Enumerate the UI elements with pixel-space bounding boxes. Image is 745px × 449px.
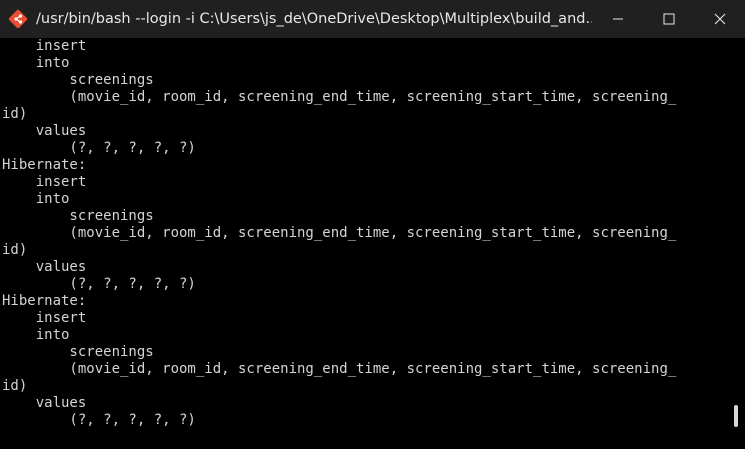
terminal-line: (movie_id, room_id, screening_end_time, … xyxy=(2,89,677,105)
terminal-line: id) xyxy=(2,378,28,394)
terminal-line: values xyxy=(2,259,87,275)
terminal-window: /usr/bin/bash --login -i C:\Users\js_de\… xyxy=(0,0,745,449)
terminal-line: id) xyxy=(2,242,28,258)
terminal-line: screenings xyxy=(2,208,154,224)
terminal-line: (?, ?, ?, ?, ?) xyxy=(2,140,196,156)
terminal-line: screenings xyxy=(2,344,154,360)
close-icon xyxy=(714,13,725,25)
vertical-scrollbar[interactable] xyxy=(728,38,745,449)
terminal-line: insert xyxy=(2,174,87,190)
title-bar[interactable]: /usr/bin/bash --login -i C:\Users\js_de\… xyxy=(0,0,745,38)
minimize-icon xyxy=(612,18,623,20)
window-controls xyxy=(592,0,745,38)
git-bash-icon[interactable] xyxy=(8,9,28,29)
terminal-line: insert xyxy=(2,38,87,54)
terminal-line: (movie_id, room_id, screening_end_time, … xyxy=(2,361,677,377)
maximize-button[interactable] xyxy=(643,0,694,38)
terminal-line: values xyxy=(2,123,87,139)
terminal-line: (movie_id, room_id, screening_end_time, … xyxy=(2,225,677,241)
maximize-icon xyxy=(663,13,674,25)
terminal-output[interactable]: insert into screenings (movie_id, room_i… xyxy=(0,38,728,449)
terminal-line: (?, ?, ?, ?, ?) xyxy=(2,412,196,428)
terminal-line: into xyxy=(2,191,70,207)
terminal-line: (?, ?, ?, ?, ?) xyxy=(2,276,196,292)
terminal-line: into xyxy=(2,327,70,343)
terminal-line: insert xyxy=(2,310,87,326)
terminal-line: Hibernate: xyxy=(2,293,87,309)
terminal-line: into xyxy=(2,55,70,71)
terminal-line: screenings xyxy=(2,72,154,88)
terminal-line: id) xyxy=(2,106,28,122)
terminal-line: Hibernate: xyxy=(2,157,87,173)
terminal-line: values xyxy=(2,395,87,411)
window-title: /usr/bin/bash --login -i C:\Users\js_de\… xyxy=(36,11,592,27)
close-button[interactable] xyxy=(694,0,745,38)
scrollbar-thumb[interactable] xyxy=(734,405,738,427)
minimize-button[interactable] xyxy=(592,0,643,38)
